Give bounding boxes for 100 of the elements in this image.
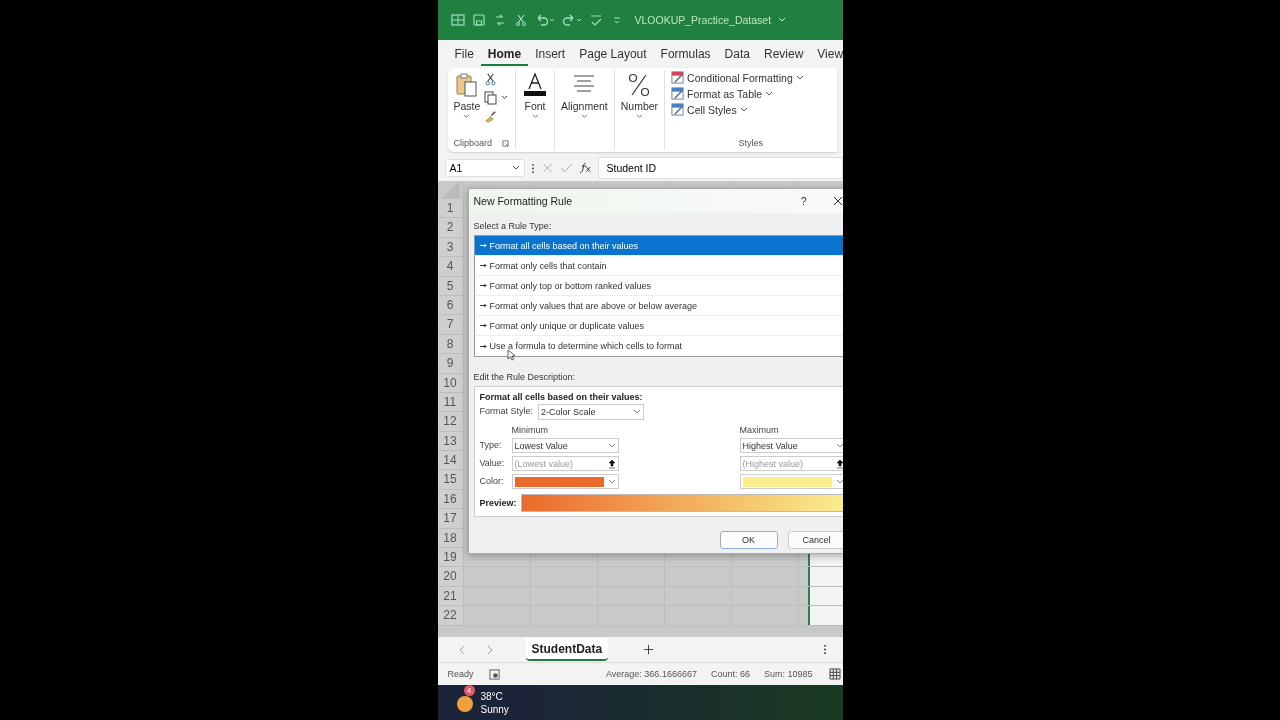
- row-header[interactable]: 18: [437, 528, 463, 549]
- rule-type-item[interactable]: Format only cells that contain: [474, 256, 843, 276]
- next-sheet-icon[interactable]: [485, 644, 494, 655]
- save-icon[interactable]: [471, 13, 486, 27]
- ribbon-tab[interactable]: Page Layout: [572, 42, 654, 66]
- file-name[interactable]: VLOOKUP_Practice_Dataset: [634, 14, 772, 26]
- enter-icon[interactable]: [559, 162, 573, 174]
- row-header[interactable]: 8: [437, 334, 463, 355]
- ribbon-tab[interactable]: Home: [480, 42, 529, 66]
- ribbon-tab[interactable]: Review: [756, 42, 811, 66]
- row-header[interactable]: 1: [437, 199, 463, 219]
- sheet-tab[interactable]: StudentData: [525, 638, 609, 661]
- row-header[interactable]: 14: [437, 451, 463, 471]
- styles-menu-button[interactable]: Conditional Formatting: [671, 71, 831, 84]
- ribbon-tab[interactable]: Data: [717, 42, 757, 66]
- color-dropdown[interactable]: [511, 474, 619, 489]
- ok-button[interactable]: OK: [719, 531, 778, 549]
- ribbon-tab[interactable]: View: [810, 42, 843, 66]
- value-field[interactable]: (Lowest value): [511, 456, 619, 471]
- insert-function-icon[interactable]: [578, 162, 592, 174]
- rule-type-item[interactable]: Format only values that are above or below average: [474, 296, 843, 316]
- add-sheet-icon[interactable]: [643, 644, 655, 655]
- color-dropdown[interactable]: [739, 474, 843, 489]
- spelling-icon[interactable]: [588, 13, 603, 27]
- column-heading: Maximum: [739, 424, 780, 437]
- row-header[interactable]: 5: [437, 276, 463, 296]
- redo-icon[interactable]: [561, 13, 582, 27]
- ribbon-tab[interactable]: File: [447, 42, 481, 66]
- type-dropdown[interactable]: Lowest Value: [511, 438, 619, 453]
- row-header[interactable]: 9: [437, 354, 463, 374]
- chevron-down-icon: [739, 106, 748, 113]
- rule-type-item[interactable]: Format all cells based on their values: [474, 236, 843, 256]
- chevron-down-icon: [778, 17, 787, 23]
- dialog-launcher-icon[interactable]: [502, 139, 510, 147]
- row-header[interactable]: 11: [437, 392, 463, 413]
- chevron-down-icon: [607, 478, 616, 485]
- table-style-icon: [671, 71, 685, 84]
- alignment-button[interactable]: Alignment: [561, 70, 608, 119]
- column-heading: Minimum: [511, 424, 549, 437]
- group-label: Clipboard: [453, 138, 493, 148]
- paste-button[interactable]: Paste: [453, 70, 481, 123]
- arrow-icon: [479, 263, 487, 268]
- weather-condition: Sunny: [480, 703, 509, 716]
- format-style-dropdown[interactable]: 2-Color Scale: [538, 404, 644, 420]
- table-style-icon: [671, 103, 685, 116]
- name-box[interactable]: A1: [444, 159, 525, 177]
- row-header[interactable]: 19: [437, 548, 463, 568]
- row-header[interactable]: 6: [437, 295, 463, 316]
- format-painter-icon[interactable]: [484, 110, 498, 123]
- upload-icon[interactable]: [607, 458, 616, 469]
- arrow-icon: [479, 303, 487, 308]
- row-header[interactable]: 13: [437, 431, 463, 452]
- chevron-down-icon: [795, 74, 804, 81]
- copy-icon[interactable]: [484, 91, 509, 105]
- previous-sheet-icon[interactable]: [457, 644, 466, 655]
- row-header[interactable]: 12: [437, 412, 463, 432]
- row-header[interactable]: 10: [437, 373, 463, 393]
- chevron-down-icon: [511, 165, 520, 171]
- row-header[interactable]: 7: [437, 315, 463, 335]
- rule-type-item[interactable]: Use a formula to determine which cells to format: [474, 336, 843, 356]
- row-header[interactable]: 17: [437, 509, 463, 529]
- field-label: Preview:: [479, 498, 517, 508]
- cut-icon[interactable]: [484, 73, 498, 86]
- status-text: Ready: [447, 669, 474, 679]
- chevron-down-icon: [463, 114, 471, 119]
- row-header[interactable]: 15: [437, 470, 463, 490]
- more-options-icon[interactable]: [530, 162, 535, 174]
- row-header[interactable]: 4: [437, 257, 463, 277]
- rule-type-item[interactable]: Format only top or bottom ranked values: [474, 276, 843, 296]
- weather-sun-icon: [454, 693, 475, 713]
- ribbon-tab[interactable]: Insert: [528, 42, 573, 66]
- chevron-down-icon: [580, 114, 588, 119]
- rule-type-item[interactable]: Format only unique or duplicate values: [474, 316, 843, 336]
- chevron-down-icon: [835, 478, 843, 485]
- styles-menu-button[interactable]: Cell Styles: [671, 103, 831, 116]
- value-field[interactable]: (Highest value): [739, 456, 843, 471]
- row-header[interactable]: 16: [437, 489, 463, 510]
- row-header[interactable]: 21: [437, 586, 463, 607]
- status-statistic: Average: 366.1666667: [606, 669, 697, 679]
- chevron-down-icon: [765, 90, 774, 97]
- formula-field[interactable]: Student ID: [597, 157, 843, 179]
- styles-menu-button[interactable]: Format as Table: [671, 87, 831, 100]
- cancel-button[interactable]: Cancel: [787, 531, 843, 549]
- upload-icon[interactable]: [835, 458, 843, 469]
- row-header[interactable]: 22: [437, 606, 463, 626]
- ribbon-tab[interactable]: Formulas: [653, 42, 718, 66]
- help-button[interactable]: ?: [800, 195, 807, 207]
- type-dropdown[interactable]: Highest Value: [739, 438, 843, 453]
- accessibility-icon[interactable]: [488, 668, 500, 680]
- close-icon[interactable]: [832, 196, 843, 206]
- row-header[interactable]: 3: [437, 237, 463, 258]
- more-options-icon[interactable]: [822, 644, 827, 655]
- font-button[interactable]: Font: [522, 70, 549, 119]
- row-header[interactable]: 2: [437, 218, 463, 238]
- number-button[interactable]: Number: [620, 70, 659, 119]
- chevron-down-icon: [607, 442, 616, 449]
- row-header[interactable]: 20: [437, 567, 463, 587]
- normal-view-icon[interactable]: [828, 668, 841, 680]
- excel-icon[interactable]: [450, 13, 465, 27]
- arrow-icon: [479, 243, 487, 248]
